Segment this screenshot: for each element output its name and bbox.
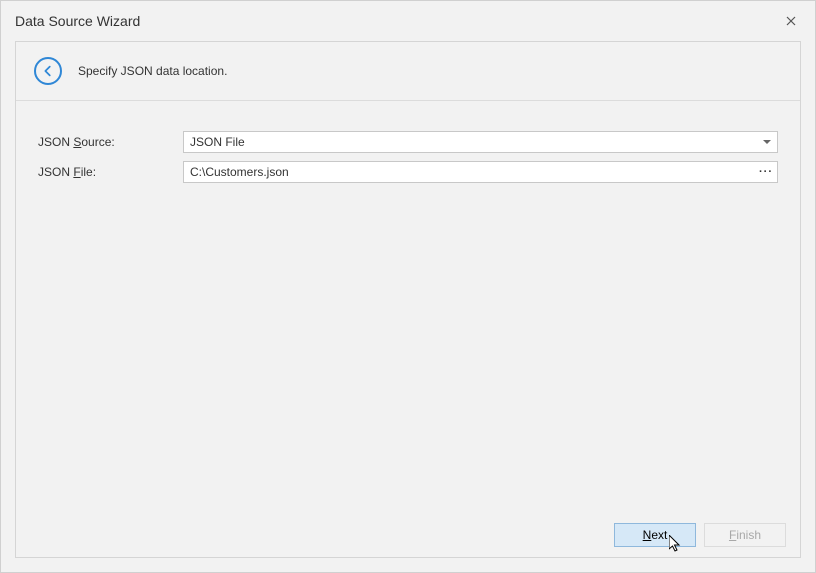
window-title: Data Source Wizard — [15, 13, 781, 29]
close-icon — [786, 16, 796, 26]
form-area: JSON Source: JSON File JSON File: ··· — [16, 101, 800, 513]
titlebar: Data Source Wizard — [1, 1, 815, 41]
json-file-field-wrap: ··· — [183, 161, 778, 183]
close-button[interactable] — [781, 11, 801, 31]
json-file-row: JSON File: ··· — [38, 161, 778, 183]
json-file-label: JSON File: — [38, 165, 183, 179]
json-source-value: JSON File — [190, 135, 763, 149]
chevron-down-icon — [763, 140, 771, 144]
wizard-content: Specify JSON data location. JSON Source:… — [15, 41, 801, 558]
wizard-window: Data Source Wizard Specify JSON data loc… — [0, 0, 816, 573]
ellipsis-icon: ··· — [759, 166, 773, 178]
back-arrow-icon — [41, 64, 55, 78]
json-source-label: JSON Source: — [38, 135, 183, 149]
json-source-row: JSON Source: JSON File — [38, 131, 778, 153]
finish-button: Finish — [704, 523, 786, 547]
json-file-input[interactable] — [184, 162, 755, 182]
browse-button[interactable]: ··· — [755, 162, 777, 182]
json-source-combo[interactable]: JSON File — [183, 131, 778, 153]
back-button[interactable] — [34, 57, 62, 85]
next-button[interactable]: Next — [614, 523, 696, 547]
wizard-footer: Next Finish — [16, 513, 800, 557]
instruction-text: Specify JSON data location. — [78, 64, 227, 78]
wizard-header: Specify JSON data location. — [16, 42, 800, 101]
